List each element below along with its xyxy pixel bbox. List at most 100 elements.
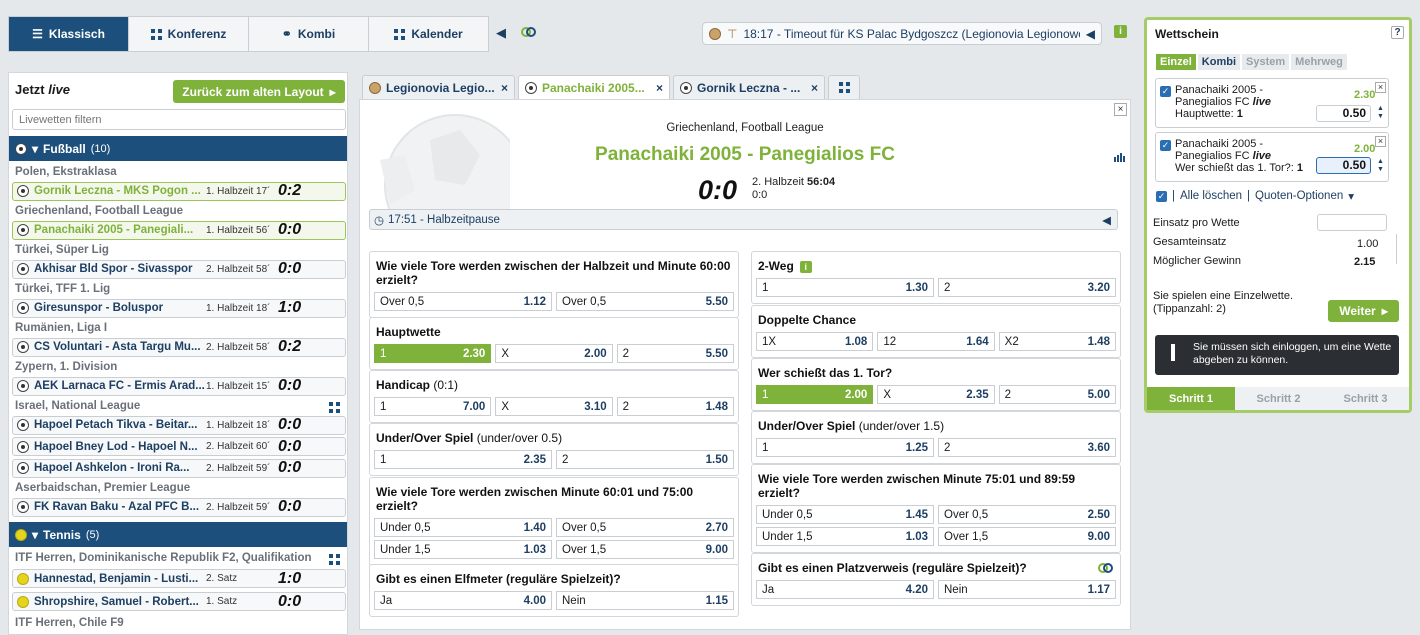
remove-bet-icon[interactable]: × xyxy=(1375,82,1386,93)
live-event-row[interactable]: Akhisar Bld Spor - Sivasspor 2. Halbzeit … xyxy=(12,259,346,279)
back-to-old-layout-button[interactable]: Zurück zum alten Layout ▸ xyxy=(173,80,345,103)
odds-button[interactable]: 1 2.35 xyxy=(374,450,552,469)
step-indicator: Schritt 1 Schritt 2 Schritt 3 xyxy=(1147,387,1409,410)
odds-button[interactable]: Under 1,5 1.03 xyxy=(756,527,934,546)
odds-button[interactable]: X 3.10 xyxy=(495,397,613,416)
odds-button[interactable]: 1 7.00 xyxy=(374,397,492,416)
odds-button[interactable]: Under 0,5 1.40 xyxy=(374,518,552,537)
sound-icon[interactable]: ◀︎ xyxy=(496,25,506,41)
stake-stepper-icon[interactable]: ▲ ▼ xyxy=(1377,105,1384,121)
odds-options-link[interactable]: Quoten-Optionen xyxy=(1255,190,1343,202)
sport-header-tennis[interactable]: ▾ Tennis (5) xyxy=(9,522,347,547)
odds-button[interactable]: Over 1,5 9.00 xyxy=(938,527,1116,546)
close-tab-icon[interactable]: × xyxy=(501,81,508,95)
remove-bet-icon[interactable]: × xyxy=(1375,136,1386,147)
odds-button[interactable]: Ja 4.00 xyxy=(374,591,552,610)
live-event-row[interactable]: FK Ravan Baku - Azal PFC B... 2. Halbzeit… xyxy=(12,497,346,517)
tab-einzel[interactable]: Einzel xyxy=(1156,54,1196,70)
close-tab-icon[interactable]: × xyxy=(811,81,818,95)
live-event-row[interactable]: Hannestad, Benjamin - Lusti... 2. Satz 1:0 xyxy=(12,569,346,588)
tab-event-panachaiki[interactable]: Panachaiki 2005... × xyxy=(518,75,670,100)
stake-stepper-icon[interactable]: ▲ ▼ xyxy=(1377,158,1384,174)
close-detail-icon[interactable]: × xyxy=(1114,103,1127,116)
close-tab-icon[interactable]: × xyxy=(656,81,663,95)
odds-button[interactable]: 12 1.64 xyxy=(877,332,995,351)
odds-button[interactable]: Over 0,5 2.70 xyxy=(556,518,734,537)
grid-icon[interactable] xyxy=(329,402,340,413)
odds-button[interactable]: Under 0,5 1.45 xyxy=(756,505,934,524)
live-event-row[interactable]: Hapoel Ashkelon - Ironi Ra... 2. Halbzeit… xyxy=(12,458,346,478)
football-icon xyxy=(17,462,29,474)
tab-kalender[interactable]: Kalender xyxy=(369,17,488,51)
live-filter-input[interactable] xyxy=(12,109,346,130)
tab-system[interactable]: System xyxy=(1242,54,1290,70)
odds-button[interactable]: X 2.35 xyxy=(877,385,995,404)
live-event-row[interactable]: CS Voluntari - Asta Targu Mu... 2. Halbze… xyxy=(12,337,346,357)
checkbox-bet-1[interactable]: ✓ xyxy=(1160,86,1171,97)
caret-down-icon: ▾ xyxy=(32,141,39,156)
odds-button[interactable]: 1 2.30 xyxy=(374,344,492,363)
odds-button[interactable]: Over 0,5 5.50 xyxy=(556,292,734,311)
sport-header-football[interactable]: ▾ Fußball (10) xyxy=(9,136,347,161)
event-status-bar[interactable]: ◷ 17:51 - Halbzeitpause ◀ xyxy=(369,209,1118,230)
odds-button[interactable]: Over 1,5 9.00 xyxy=(556,540,734,559)
tab-mehrweg[interactable]: Mehrweg xyxy=(1291,54,1347,70)
slip-bet-1: ✓ Panachaiki 2005 - Panegialios FC live … xyxy=(1155,78,1389,128)
rings-icon[interactable] xyxy=(1098,562,1114,574)
tennis-ball-icon xyxy=(17,595,29,608)
grid-icon[interactable] xyxy=(329,554,340,565)
odds-button[interactable]: Nein 1.15 xyxy=(556,591,734,610)
live-event-row[interactable]: Shropshire, Samuel - Robert... 1. Satz 0:0 xyxy=(12,592,346,611)
rings-toggle-icon[interactable] xyxy=(521,26,537,38)
odds-button[interactable]: 2 3.20 xyxy=(938,278,1116,297)
live-ticker[interactable]: ⊤ 18:17 - Timeout für KS Palac Bydgoszcz… xyxy=(702,22,1102,45)
tab-klassisch[interactable]: ☰ Klassisch xyxy=(9,17,129,51)
info-icon[interactable]: i xyxy=(1114,25,1127,38)
live-event-row[interactable]: Giresunspor - Boluspor 1. Halbzeit 18´ 1:0 xyxy=(12,298,346,318)
odds-button[interactable]: 1X 1.08 xyxy=(756,332,874,351)
tab-konferenz[interactable]: Konferenz xyxy=(129,17,249,51)
odds-button[interactable]: 2 1.50 xyxy=(556,450,734,469)
event-period: 2. Halbzeit 56:04 xyxy=(752,176,836,188)
odds-button[interactable]: X2 1.48 xyxy=(998,332,1116,351)
tab-event-legionovia[interactable]: Legionovia Legio... × xyxy=(362,75,515,99)
odds-button[interactable]: 1 1.25 xyxy=(756,438,934,457)
live-event-row[interactable]: Gornik Leczna - MKS Pogon ... 1. Halbzeit… xyxy=(12,181,346,201)
odds-button[interactable]: Nein 1.17 xyxy=(938,580,1116,599)
info-icon[interactable]: i xyxy=(799,260,812,273)
clear-all-link[interactable]: Alle löschen xyxy=(1180,190,1242,202)
live-event-row[interactable]: AEK Larnaca FC - Ermis Arad... 1. Halbzei… xyxy=(12,376,346,396)
live-event-row[interactable]: Hapoel Bney Lod - Hapoel N... 2. Halbzeit… xyxy=(12,437,346,456)
odds-button[interactable]: 2 3.60 xyxy=(938,438,1116,457)
bet-odd: 2.30 xyxy=(1354,89,1376,101)
stake-input[interactable]: 0.50 xyxy=(1316,157,1371,174)
live-event-row[interactable]: Panachaiki 2005 - Panegiali... 1. Halbzei… xyxy=(12,220,346,240)
panel-title: Jetzt live xyxy=(15,82,70,97)
event-score: 0:0 xyxy=(278,592,302,610)
odds-button[interactable]: 1 1.30 xyxy=(756,278,934,297)
next-button[interactable]: Weiter ▸ xyxy=(1328,300,1399,322)
odds-button[interactable]: 2 1.48 xyxy=(616,397,734,416)
caret-down-icon[interactable]: ▾ xyxy=(1348,189,1354,203)
odds-button[interactable]: Under 1,5 1.03 xyxy=(374,540,552,559)
odds-button[interactable]: Over 0,5 2.50 xyxy=(938,505,1116,524)
checkbox-bet-2[interactable]: ✓ xyxy=(1160,140,1171,151)
collapse-icon[interactable]: ◀ xyxy=(1102,213,1117,227)
add-tab-button[interactable] xyxy=(828,75,860,99)
tab-kombi[interactable]: ⚭ Kombi xyxy=(249,17,369,51)
odds-button[interactable]: 1 2.00 xyxy=(756,385,874,404)
stake-per-bet-input[interactable] xyxy=(1317,214,1387,231)
stake-input[interactable]: 0.50 xyxy=(1316,105,1371,122)
ticker-prev-icon[interactable]: ◀ xyxy=(1086,27,1095,41)
tab-kombi[interactable]: Kombi xyxy=(1197,54,1241,70)
help-icon[interactable]: ? xyxy=(1391,26,1404,39)
odds-button[interactable]: Ja 4.20 xyxy=(756,580,934,599)
stats-icon[interactable] xyxy=(1114,152,1126,162)
odds-button[interactable]: 2 5.50 xyxy=(616,344,734,363)
odds-button[interactable]: 2 5.00 xyxy=(998,385,1116,404)
tab-event-gornik[interactable]: Gornik Leczna - ... × xyxy=(673,75,825,99)
checkbox-all[interactable]: ✓ xyxy=(1156,190,1167,202)
odds-button[interactable]: Over 0,5 1.12 xyxy=(374,292,552,311)
live-event-row[interactable]: Hapoel Petach Tikva - Beitar... 1. Halbze… xyxy=(12,415,346,435)
odds-button[interactable]: X 2.00 xyxy=(495,344,613,363)
